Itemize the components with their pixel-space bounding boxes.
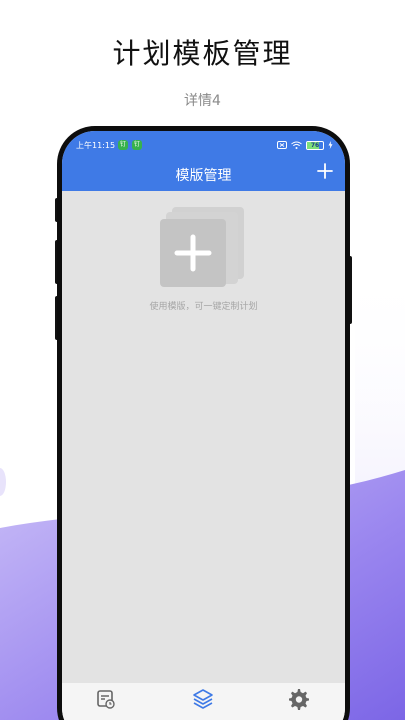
status-bar: 上午11:15 钉 钉 76 — [62, 137, 345, 153]
charging-icon — [328, 141, 333, 149]
plus-icon — [317, 163, 333, 179]
tab-plans[interactable] — [94, 687, 118, 711]
battery-indicator: 76 — [306, 140, 324, 150]
add-template-icon — [160, 207, 244, 287]
phone-frame: 上午11:15 钉 钉 76 模版管理 使用模版，可一键定制计划 — [57, 126, 350, 720]
status-time: 上午11:15 — [76, 141, 116, 150]
app-bar: 上午11:15 钉 钉 76 模版管理 — [62, 131, 345, 191]
phone-screen: 上午11:15 钉 钉 76 模版管理 使用模版，可一键定制计划 — [62, 131, 345, 720]
notification-badge: 钉 — [132, 140, 142, 150]
wifi-icon — [291, 141, 302, 149]
tab-templates[interactable] — [191, 687, 215, 711]
calendar-clock-icon — [97, 690, 115, 709]
layers-icon — [193, 689, 213, 709]
notification-badge: 钉 — [118, 140, 128, 150]
tab-settings[interactable] — [286, 687, 310, 711]
sim-icon — [277, 141, 287, 149]
app-bar-title: 模版管理 — [175, 168, 232, 184]
battery-value: 76 — [310, 141, 320, 149]
status-icons: 76 — [277, 139, 333, 151]
bottom-tab-bar — [62, 683, 345, 720]
gear-icon — [289, 689, 309, 710]
page-title: 计划模板管理 — [112, 37, 293, 70]
page-subtitle: 详情4 — [184, 93, 221, 109]
empty-state-message: 使用模版，可一键定制计划 — [149, 302, 258, 312]
add-template-button[interactable] — [315, 161, 335, 181]
